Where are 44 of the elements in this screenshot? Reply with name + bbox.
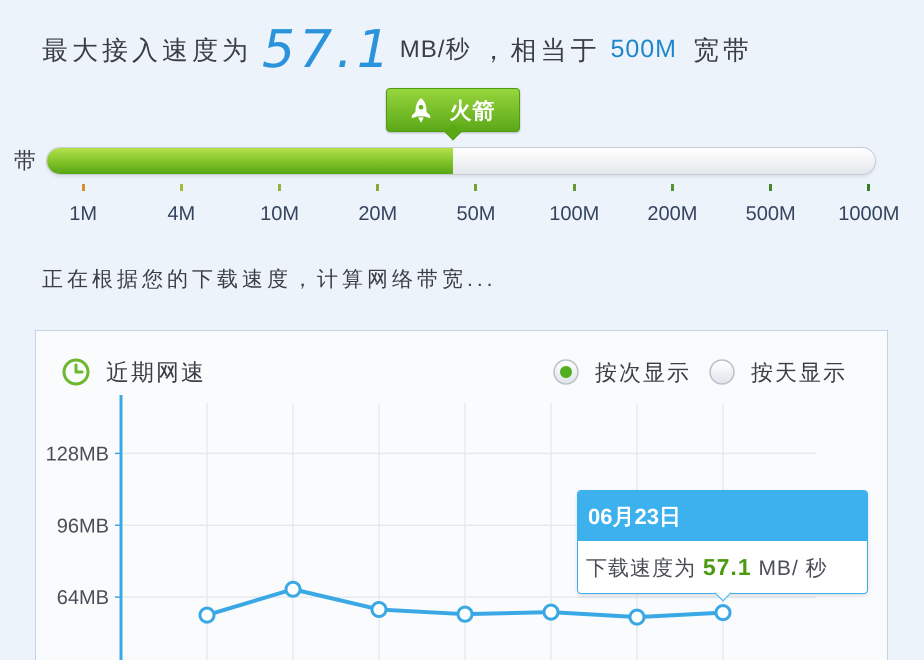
tooltip-text: 下载速度为 57.1 MB/ 秒 [586,557,828,580]
data-point[interactable] [198,606,216,624]
bandwidth-value: 500M [610,34,677,66]
data-point[interactable] [284,580,302,598]
scale-tick [180,184,183,191]
bar-label: 带 [13,147,37,175]
data-point[interactable] [714,604,732,622]
badge-label: 火箭 [450,96,496,124]
data-point[interactable] [628,608,646,626]
rocket-icon [410,97,432,123]
scale-label: 500M [746,202,796,226]
scale-label: 10M [260,202,299,226]
speed-value: 57.1 [262,24,394,76]
scale-tick [572,184,576,191]
scale-label: 4M [167,202,196,226]
scale-tick [769,184,772,191]
scale-label: 1M [69,202,97,226]
headline-text: 宽带 [693,34,753,66]
scale-label: 200M [647,202,698,226]
data-point[interactable] [456,606,474,623]
speed-unit: MB/秒 [400,35,470,65]
clock-icon [62,358,90,386]
radio-option[interactable]: 按次显示 [553,356,691,388]
scale-tick [376,184,380,191]
headline-text: ，相当于 [480,34,600,66]
scale-tick [278,184,282,191]
scale-label: 50M [456,202,496,226]
scale-label: 1000M [838,202,900,226]
scale-label: 100M [549,202,600,226]
tooltip-title: 06月23日 [578,491,867,541]
y-axis-label: 64MB [56,587,109,610]
scale-label: 20M [358,202,398,226]
y-axis-label: 128MB [46,443,109,466]
scale-tick [670,184,674,191]
status-text: 正在根据您的下载速度，计算网络带宽... [42,267,497,293]
data-point[interactable] [370,600,388,618]
data-point[interactable] [542,604,560,621]
scale-tick [474,184,478,191]
headline-text: 最大接入速度为 [42,34,252,66]
scale-tick [82,184,85,191]
radio-option[interactable]: 按天显示 [709,356,847,388]
y-axis-label: 96MB [56,515,109,538]
panel-title: 近期网速 [106,358,206,387]
scale-tick [867,184,870,191]
